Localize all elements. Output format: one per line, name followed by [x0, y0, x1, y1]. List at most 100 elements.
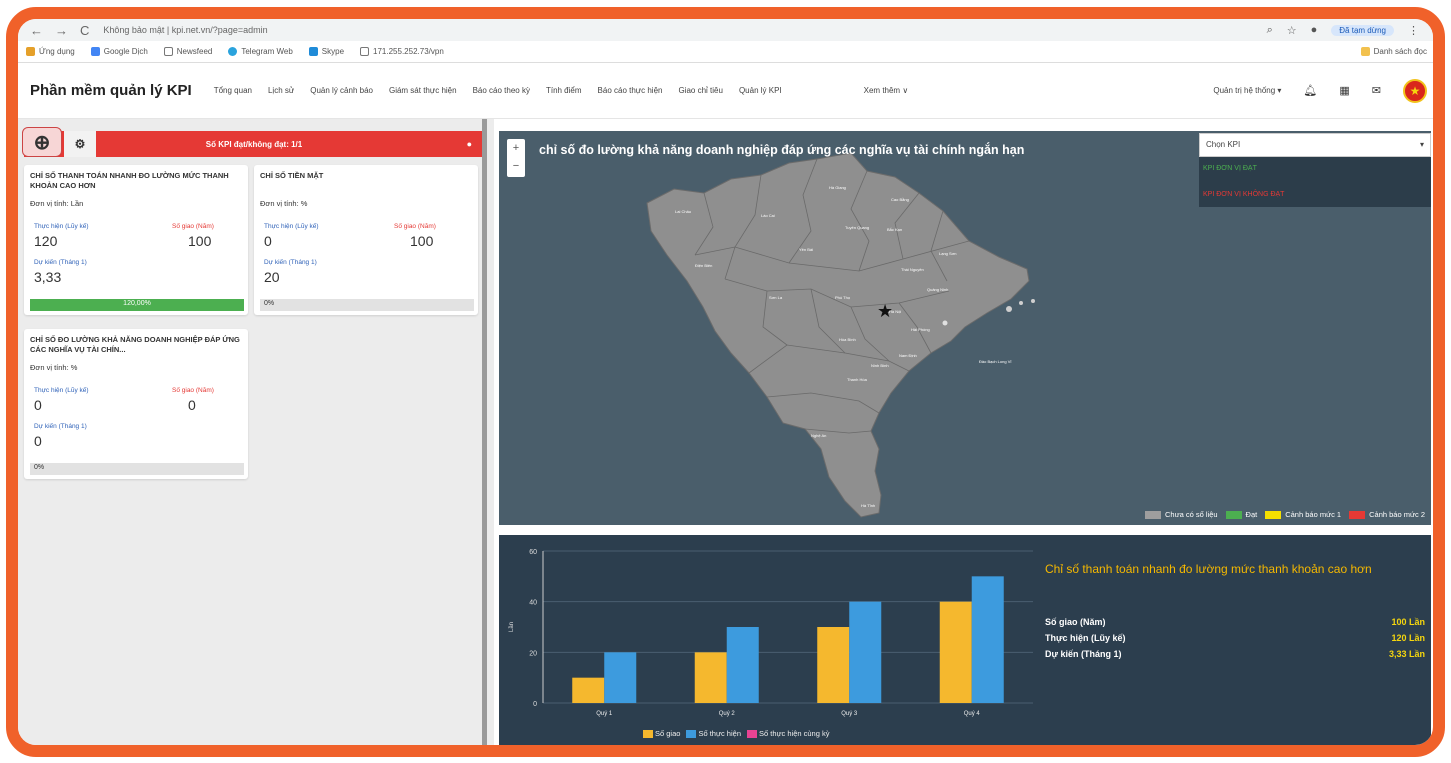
- legend-swatch: [1225, 511, 1242, 519]
- more-menu[interactable]: Xem thêm ∨: [864, 86, 909, 95]
- chart-legend-swatch: [643, 730, 653, 739]
- menu-item-giao-chi-tieu[interactable]: Giao chỉ tiêu: [678, 86, 722, 95]
- actual-value: 120: [34, 233, 58, 249]
- zoom-in-button[interactable]: +: [507, 139, 525, 157]
- chart-legend-item[interactable]: Số thực hiện: [686, 729, 741, 739]
- bar: [694, 652, 727, 703]
- bar: [849, 601, 882, 703]
- y-tick-label: 40: [529, 600, 537, 607]
- main-menu: Tổng quan Lịch sử Quản lý cảnh báo Giám …: [214, 86, 782, 95]
- apps-icon: [26, 47, 35, 56]
- menu-item-tinh-diem[interactable]: Tính điểm: [546, 86, 582, 95]
- bar: [817, 627, 850, 703]
- coast-island[interactable]: [942, 320, 948, 326]
- menu-item-tong-quan[interactable]: Tổng quan: [214, 86, 252, 95]
- bookmark-skype[interactable]: Skype: [308, 47, 344, 56]
- province-label: Thanh Hóa: [847, 377, 868, 382]
- chart-legend-label: Số giao: [655, 729, 681, 738]
- legend-label: Đạt: [1245, 509, 1258, 519]
- close-icon[interactable]: ●: [467, 139, 472, 149]
- header-actions: Quản trị hệ thống ▾ 🔔︎ ▦ ✉ ★: [1213, 78, 1433, 103]
- legend-item: Cảnh báo mức 2: [1349, 510, 1425, 519]
- forecast-value: 3,33: [34, 269, 62, 285]
- outer-frame: ← → C Không bảo mật | kpi.net.vn/?page=a…: [6, 7, 1445, 757]
- screen: ← → C Không bảo mật | kpi.net.vn/?page=a…: [18, 19, 1433, 745]
- legend-swatch: [1265, 511, 1282, 519]
- menu-item-giam-sat-thuc-hien[interactable]: Giám sát thực hiện: [389, 86, 457, 95]
- menu-icon[interactable]: ⋮: [1408, 24, 1419, 37]
- profile-chip[interactable]: Đã tạm dừng: [1331, 24, 1394, 36]
- menu-item-bao-cao-theo-ky[interactable]: Báo cáo theo kỳ: [473, 86, 530, 95]
- pane-splitter[interactable]: [482, 119, 487, 745]
- chat-icon[interactable]: ✉: [1372, 84, 1381, 97]
- province-label: Yên Bái: [799, 247, 813, 252]
- zoom-control: + −: [507, 139, 525, 177]
- province-label: Hà Tĩnh: [861, 503, 875, 508]
- kpi-status-banner: ⊕ ⚙ Số KPI đạt/không đạt: 1/1 ●: [22, 127, 482, 157]
- menu-item-quan-ly-kpi[interactable]: Quản lý KPI: [739, 86, 782, 95]
- menu-item-lich-su[interactable]: Lịch sử: [268, 86, 294, 95]
- legend-item: Đạt: [1225, 509, 1258, 519]
- menu-item-quan-ly-canh-bao[interactable]: Quản lý cảnh báo: [310, 86, 373, 95]
- y-axis-label: Lần: [509, 622, 515, 632]
- emblem-icon[interactable]: ★: [1403, 78, 1427, 103]
- reload-icon[interactable]: C: [80, 23, 89, 38]
- app-title: Phần mềm quản lý KPI: [30, 82, 192, 99]
- kpi-select[interactable]: Chọn KPI ▾: [1199, 133, 1431, 157]
- kpi-progress-bar: 0%: [30, 463, 244, 475]
- bookmark-apps[interactable]: Ứng dụng: [26, 47, 75, 56]
- province-label: Lào Cai: [761, 213, 775, 218]
- star-icon[interactable]: ☆: [1287, 24, 1297, 37]
- map-region[interactable]: [646, 152, 1030, 518]
- target-label: Số giao (Năm): [172, 223, 214, 230]
- address-bar[interactable]: Không bảo mật | kpi.net.vn/?page=admin: [103, 25, 267, 35]
- forward-icon[interactable]: →: [55, 23, 68, 38]
- system-admin-menu[interactable]: Quản trị hệ thống ▾: [1213, 86, 1281, 95]
- province-label: Hà Nội: [889, 309, 901, 314]
- bookmark-vpn[interactable]: 171.255.252.73/vpn: [360, 47, 444, 56]
- kpi-card[interactable]: CHỈ SỐ ĐO LƯỜNG KHẢ NĂNG DOANH NGHIỆP ĐÁ…: [24, 329, 248, 479]
- kpi-card-title: CHỈ SỐ THANH TOÁN NHANH ĐO LƯỜNG MỨC THA…: [30, 171, 229, 190]
- stat-row: Số giao (Năm) 100 Lần: [1045, 617, 1425, 627]
- page-icon: [163, 47, 173, 56]
- chart-legend: Số giao Số thực hiện Số thực hiện cùng k…: [643, 729, 830, 739]
- x-tick-label: Quý 1: [596, 711, 613, 717]
- gear-icon[interactable]: ⚙: [64, 131, 96, 157]
- chart-panel: 0 20 40 60 Lần Quý 1 Quý 2 Quý 3 Quý 4 Số giao S…: [499, 535, 1431, 745]
- bell-icon[interactable]: 🔔︎: [1303, 84, 1317, 97]
- kpi-option-dat[interactable]: KPI ĐƠN VỊ ĐẠT: [1203, 165, 1257, 172]
- coast-island[interactable]: [1019, 301, 1023, 305]
- coast-island[interactable]: [1031, 299, 1035, 303]
- kpi-card[interactable]: CHỈ SỐ TIỀN MẶT Đơn vị tính: % Thực hiện…: [254, 165, 478, 315]
- search-icon[interactable]: ⌕: [1267, 24, 1273, 37]
- grid-icon[interactable]: ▦: [1339, 84, 1349, 97]
- reading-list[interactable]: Danh sách đọc: [1360, 47, 1433, 56]
- province-label: Phú Thọ: [835, 295, 851, 300]
- bar: [939, 601, 972, 703]
- kpi-card-title: CHỈ SỐ ĐO LƯỜNG KHẢ NĂNG DOANH NGHIỆP ĐÁ…: [30, 335, 240, 354]
- chart-legend-item[interactable]: Số thực hiện cùng kỳ: [746, 729, 830, 739]
- province-label: Ninh Bình: [871, 363, 889, 368]
- bookmark-google-translate[interactable]: Google Dịch: [90, 47, 148, 56]
- add-kpi-button[interactable]: ⊕: [22, 127, 62, 157]
- zoom-out-button[interactable]: −: [507, 157, 525, 175]
- bookmark-telegram[interactable]: Telegram Web: [228, 47, 293, 56]
- y-tick-label: 20: [529, 650, 537, 657]
- map-panel: ★ Lai Châu Lào Cai Hà Giang Cao Bằng Lạn…: [499, 131, 1431, 525]
- back-icon[interactable]: ←: [30, 23, 43, 38]
- actual-label: Thực hiện (Lũy kế): [264, 223, 319, 230]
- chevron-down-icon: ▾: [1419, 140, 1424, 149]
- telegram-icon: [228, 47, 238, 56]
- coast-island[interactable]: [1006, 306, 1012, 312]
- chart-legend-label: Số thực hiện cùng kỳ: [758, 729, 830, 738]
- nav-buttons: ← → C: [18, 23, 89, 38]
- kpi-option-khong-dat[interactable]: KPI ĐƠN VỊ KHÔNG ĐẠT: [1203, 191, 1284, 198]
- extension-icon[interactable]: ●: [1311, 24, 1318, 36]
- progress-text: 0%: [34, 464, 45, 471]
- menu-item-bao-cao-thuc-hien[interactable]: Báo cáo thực hiện: [598, 86, 663, 95]
- chart-legend-item[interactable]: Số giao: [643, 729, 681, 739]
- legend-label: Chưa có số liệu: [1164, 509, 1218, 519]
- kpi-card[interactable]: CHỈ SỐ THANH TOÁN NHANH ĐO LƯỜNG MỨC THA…: [24, 165, 248, 315]
- browser-toolbar: ← → C Không bảo mật | kpi.net.vn/?page=a…: [18, 19, 1433, 41]
- bookmark-newsfeed[interactable]: Newsfeed: [163, 47, 212, 56]
